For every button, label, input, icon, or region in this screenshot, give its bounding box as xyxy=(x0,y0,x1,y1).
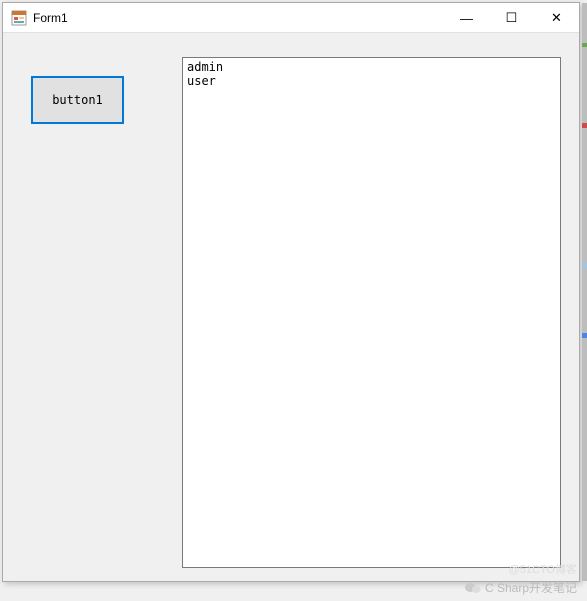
textbox[interactable]: admin user xyxy=(182,57,561,568)
minimize-button[interactable]: — xyxy=(444,3,489,33)
wechat-icon xyxy=(465,581,481,595)
close-button[interactable]: ✕ xyxy=(534,3,579,33)
maximize-button[interactable]: ☐ xyxy=(489,3,534,33)
window-title: Form1 xyxy=(33,11,444,25)
button1-label: button1 xyxy=(52,93,103,107)
client-area: button1 admin user xyxy=(3,33,579,581)
watermark-sub: @51CTO博客 xyxy=(509,561,577,577)
app-icon xyxy=(11,10,27,26)
watermark: C Sharp开发笔记 xyxy=(465,579,577,596)
window-controls: — ☐ ✕ xyxy=(444,3,579,32)
window-frame: Form1 — ☐ ✕ button1 admin user xyxy=(2,2,580,582)
edge-decoration xyxy=(582,3,587,581)
titlebar[interactable]: Form1 — ☐ ✕ xyxy=(3,3,579,33)
button1[interactable]: button1 xyxy=(31,76,124,124)
watermark-text: C Sharp开发笔记 xyxy=(485,579,577,596)
